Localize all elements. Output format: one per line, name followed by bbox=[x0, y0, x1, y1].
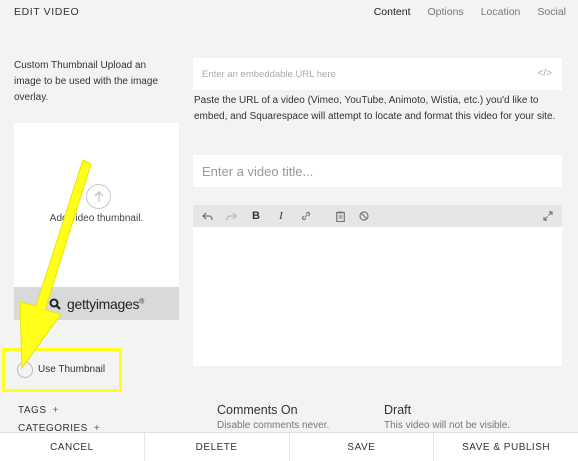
add-thumbnail-label: Add video thumbnail. bbox=[49, 213, 144, 224]
comments-subtitle: Disable comments never. bbox=[217, 420, 330, 429]
embed-url-input[interactable] bbox=[193, 58, 523, 90]
status-title: Draft bbox=[384, 403, 412, 417]
video-title-field bbox=[193, 155, 562, 187]
comments-title: Comments On bbox=[217, 403, 298, 417]
cancel-button[interactable]: CANCEL bbox=[0, 433, 145, 461]
add-tag-icon[interactable]: + bbox=[52, 405, 58, 416]
clear-format-icon[interactable] bbox=[356, 208, 372, 224]
header: EDIT VIDEO Content Options Location Soci… bbox=[0, 0, 578, 24]
thumbnail-dropzone[interactable]: Add video thumbnail. gettyimages® bbox=[14, 123, 179, 320]
upload-icon bbox=[86, 184, 111, 209]
categories-label: CATEGORIES bbox=[18, 423, 88, 432]
italic-icon[interactable]: I bbox=[273, 208, 289, 224]
search-icon bbox=[49, 298, 61, 310]
tab-content[interactable]: Content bbox=[374, 6, 411, 18]
getty-logo: gettyimages® bbox=[66, 295, 145, 312]
add-category-icon[interactable]: + bbox=[94, 423, 100, 432]
status-subtitle: This video will not be visible. bbox=[384, 420, 511, 429]
link-icon[interactable] bbox=[298, 208, 314, 224]
footer-bar: CANCEL DELETE SAVE SAVE & PUBLISH bbox=[0, 432, 578, 461]
annotation-highlight-box: Use Thumbnail bbox=[2, 348, 122, 392]
use-thumbnail-label: Use Thumbnail bbox=[38, 364, 106, 375]
description-editor[interactable] bbox=[193, 227, 562, 366]
publish-status-setting[interactable]: Draft This video will not be visible. bbox=[384, 403, 510, 429]
page-title: EDIT VIDEO bbox=[14, 6, 80, 18]
bold-icon[interactable]: B bbox=[248, 208, 264, 224]
thumbnail-description: Custom Thumbnail Upload an image to be u… bbox=[14, 58, 174, 106]
categories-row[interactable]: CATEGORIES + bbox=[18, 423, 100, 432]
use-thumbnail-toggle[interactable] bbox=[17, 362, 33, 378]
url-field: </> bbox=[193, 58, 562, 90]
tab-options[interactable]: Options bbox=[428, 6, 464, 18]
thumbnail-heading: Custom Thumbnail bbox=[14, 60, 98, 71]
clipboard-icon[interactable] bbox=[332, 208, 348, 224]
editor-toolbar: B I bbox=[193, 205, 562, 227]
video-title-input[interactable] bbox=[193, 155, 562, 187]
tab-bar: Content Options Location Social bbox=[357, 6, 566, 18]
redo-icon[interactable] bbox=[223, 208, 239, 224]
undo-icon[interactable] bbox=[199, 208, 215, 224]
comments-setting[interactable]: Comments On Disable comments never. bbox=[217, 403, 329, 429]
url-help-text: Paste the URL of a video (Vimeo, YouTube… bbox=[194, 95, 556, 122]
tags-row[interactable]: TAGS + bbox=[18, 405, 59, 416]
tags-label: TAGS bbox=[18, 405, 47, 416]
expand-icon[interactable] bbox=[540, 208, 556, 224]
delete-button[interactable]: DELETE bbox=[145, 433, 290, 461]
embed-code-icon[interactable]: </> bbox=[538, 68, 552, 79]
save-publish-button[interactable]: SAVE & PUBLISH bbox=[434, 433, 578, 461]
tab-social[interactable]: Social bbox=[537, 6, 566, 18]
tab-location[interactable]: Location bbox=[481, 6, 521, 18]
getty-images-button[interactable]: gettyimages® bbox=[14, 287, 179, 320]
save-button[interactable]: SAVE bbox=[290, 433, 435, 461]
